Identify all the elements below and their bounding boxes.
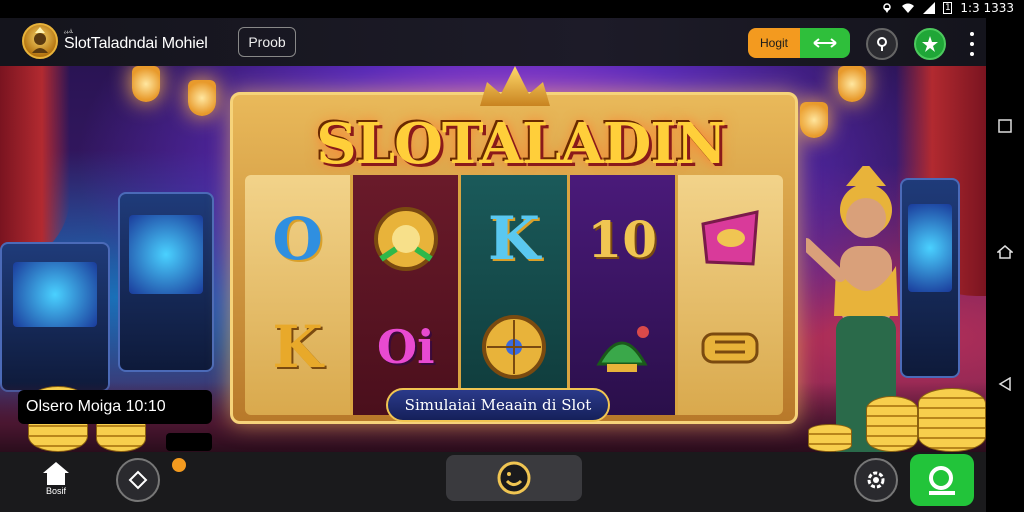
search-icon	[877, 37, 887, 51]
back-button[interactable]	[995, 374, 1015, 394]
status-time: 1:3 1333	[960, 1, 1014, 15]
reel-symbol: 10	[587, 209, 657, 269]
reel-4: 10	[569, 175, 678, 415]
settings-button[interactable]	[854, 458, 898, 502]
favorite-button[interactable]	[914, 28, 946, 60]
center-action-button[interactable]	[446, 455, 582, 501]
back-icon	[998, 377, 1011, 391]
home-nav-button[interactable]	[995, 242, 1015, 262]
home-button[interactable]: Bosif	[38, 460, 74, 506]
star-icon	[922, 36, 938, 52]
logo-caption: ﺔﺒﻳ	[64, 26, 73, 35]
curtain-left	[0, 66, 70, 266]
reel-2: Oi	[353, 175, 462, 415]
notification-badge	[170, 456, 188, 474]
mode-toggle-right[interactable]	[800, 28, 850, 58]
lamp	[838, 66, 866, 102]
location-icon	[883, 3, 892, 13]
reels[interactable]: O K Oi K 10	[245, 175, 783, 415]
status-icons: 1 1:3 1333	[881, 1, 1014, 15]
slot-machine[interactable]: SLOTALADIN O K Oi K 10	[230, 92, 798, 424]
lamp	[188, 80, 216, 116]
game-icon	[128, 470, 148, 490]
home-nav-icon	[997, 245, 1013, 259]
home-label: Bosif	[45, 486, 66, 496]
reel-symbol: Oi	[377, 320, 435, 374]
recents-icon	[998, 119, 1012, 133]
arcade-machine	[0, 242, 110, 392]
crown-ornament	[480, 66, 550, 106]
search-button[interactable]	[866, 28, 898, 60]
go-button[interactable]	[910, 454, 974, 506]
gold-compass-symbol	[474, 307, 554, 387]
tab-chip[interactable]: Proob	[238, 27, 296, 57]
gold-medallion-symbol	[366, 199, 446, 279]
timer-chip: Olsero Moiga 10:10	[18, 390, 212, 424]
recents-button[interactable]	[995, 116, 1015, 136]
status-bar: 1 1:3 1333	[0, 0, 1024, 18]
genie-logo-icon[interactable]	[22, 23, 58, 59]
reel-symbol: K	[272, 313, 323, 381]
gold-scroll-symbol	[690, 307, 770, 387]
bottom-bar: Bosif	[0, 452, 986, 512]
reel-5	[677, 175, 783, 415]
smile-icon	[497, 461, 531, 495]
battery-icon: 1	[943, 2, 953, 14]
system-nav-bar	[986, 18, 1024, 512]
game-button[interactable]	[116, 458, 160, 502]
mode-toggle[interactable]: Hogit	[748, 28, 850, 58]
coin-stack	[866, 396, 918, 452]
app-title: SlotTaladndai Mohiel	[64, 35, 208, 52]
app-header: ﺔﺒﻳ SlotTaladndai Mohiel Proob Hogit	[0, 18, 986, 66]
signal-icon	[923, 2, 936, 14]
game-subtitle: Simulaiai Meaain di Slot	[386, 388, 610, 422]
reel-3: K	[461, 175, 570, 415]
magenta-gem-symbol	[690, 199, 770, 279]
lamp	[132, 66, 160, 102]
coin-stack	[918, 388, 986, 452]
reel-symbol: K	[487, 204, 541, 274]
small-chip	[166, 433, 212, 451]
gear-icon	[867, 471, 885, 489]
swap-arrows-icon	[813, 38, 837, 48]
game-title: SLOTALADIN	[316, 111, 726, 177]
lamp-symbol	[582, 307, 662, 387]
wifi-icon	[902, 3, 915, 13]
more-vert-icon[interactable]	[962, 32, 982, 56]
arcade-machine	[118, 192, 214, 372]
reel-1: O K	[245, 175, 354, 415]
mode-toggle-left[interactable]: Hogit	[748, 28, 800, 58]
reel-symbol: O	[272, 205, 323, 273]
lamp	[800, 102, 828, 138]
home-icon	[43, 462, 69, 485]
search-go-icon	[929, 466, 955, 495]
coin-stack	[808, 424, 852, 452]
